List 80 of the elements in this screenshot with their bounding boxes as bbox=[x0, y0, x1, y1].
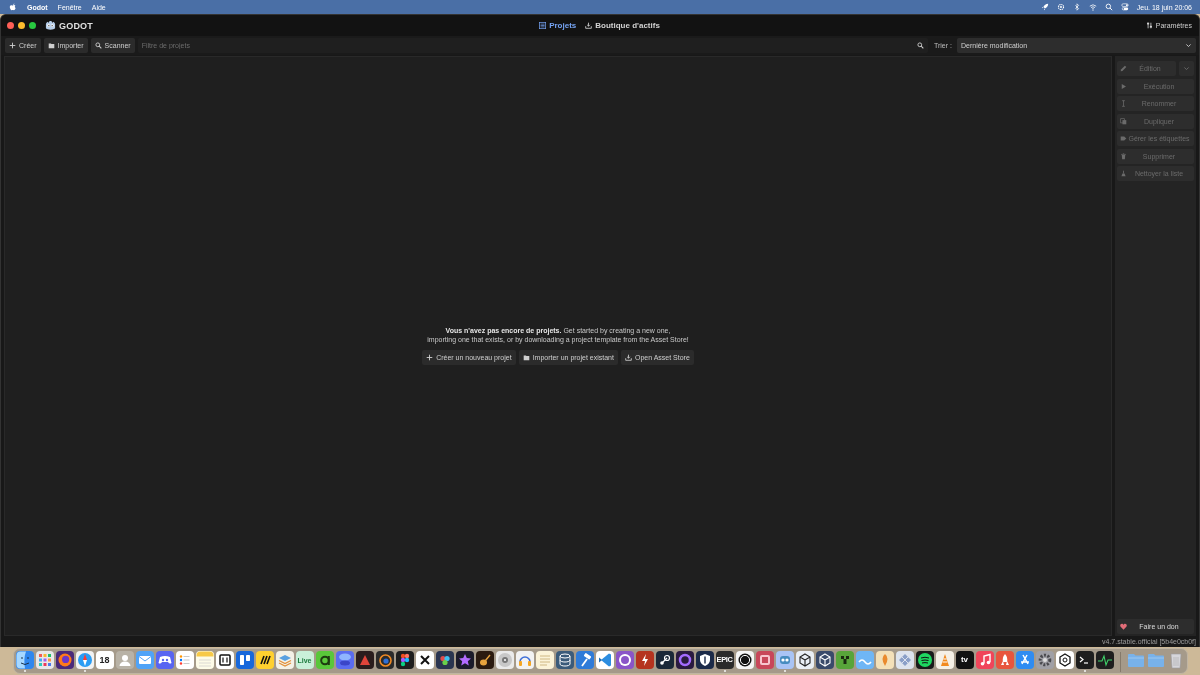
text-cursor-icon bbox=[1120, 100, 1127, 107]
board-columns-icon[interactable] bbox=[235, 651, 254, 669]
gear-icon[interactable] bbox=[1035, 651, 1054, 669]
terminal-icon[interactable] bbox=[1075, 651, 1094, 669]
rocket-icon[interactable] bbox=[995, 651, 1014, 669]
tab[interactable]: Boutique d'actifs bbox=[585, 21, 660, 30]
ring-icon[interactable] bbox=[675, 651, 694, 669]
robot-face-icon[interactable] bbox=[775, 651, 794, 669]
logo-text: GODOT bbox=[59, 20, 93, 31]
tag-icon bbox=[1120, 135, 1127, 142]
toggles-icon[interactable] bbox=[1120, 3, 1129, 11]
search-icon bbox=[94, 42, 102, 49]
search-icon[interactable] bbox=[1104, 3, 1113, 11]
bolt-icon[interactable] bbox=[635, 651, 654, 669]
list-icon bbox=[539, 22, 547, 29]
music-note-icon[interactable] bbox=[975, 651, 994, 669]
chevron-down-icon bbox=[1183, 65, 1190, 72]
shield-icon[interactable] bbox=[695, 651, 714, 669]
ring-bar-icon[interactable] bbox=[315, 651, 334, 669]
play-icon bbox=[1120, 82, 1127, 90]
folder-icon bbox=[522, 354, 530, 361]
square-outline-icon[interactable] bbox=[215, 651, 234, 669]
chevron-down-icon bbox=[1185, 42, 1192, 49]
stripes-icon[interactable] bbox=[255, 651, 274, 669]
block-face-icon[interactable] bbox=[835, 651, 854, 669]
heart-icon bbox=[1120, 623, 1127, 630]
folder-icon bbox=[47, 42, 55, 49]
maximize-icon[interactable] bbox=[29, 22, 36, 29]
guitar-icon[interactable] bbox=[475, 651, 494, 669]
sound-waves-icon[interactable] bbox=[915, 651, 934, 669]
copy-icon bbox=[1120, 117, 1127, 125]
three-circles-icon[interactable] bbox=[435, 651, 454, 669]
wifi-icon[interactable] bbox=[1088, 3, 1097, 11]
concentric-circles-icon[interactable] bbox=[55, 651, 74, 669]
plus-icon bbox=[9, 42, 16, 49]
cube-icon[interactable] bbox=[795, 651, 814, 669]
bluetooth-icon[interactable] bbox=[1072, 3, 1081, 11]
cube-icon[interactable] bbox=[815, 651, 834, 669]
rocket-icon[interactable] bbox=[1040, 3, 1049, 11]
checklist-icon[interactable] bbox=[175, 651, 194, 669]
envelope-icon[interactable] bbox=[135, 651, 154, 669]
cross-icon[interactable] bbox=[415, 651, 434, 669]
tools-icon bbox=[1145, 22, 1153, 29]
disc-icon[interactable] bbox=[495, 651, 514, 669]
two-tone-face-icon[interactable] bbox=[15, 651, 34, 669]
controller-icon[interactable] bbox=[155, 651, 174, 669]
ring-icon[interactable] bbox=[735, 651, 754, 669]
star-icon[interactable] bbox=[455, 651, 474, 669]
contact-card-icon[interactable] bbox=[115, 651, 134, 669]
ribbon-icon[interactable] bbox=[595, 651, 614, 669]
hexagon-icon[interactable] bbox=[1055, 651, 1074, 669]
close-icon[interactable] bbox=[7, 22, 14, 29]
calendar-icon[interactable]: 18 bbox=[95, 651, 114, 669]
minimize-icon[interactable] bbox=[18, 22, 25, 29]
plus-icon bbox=[426, 354, 434, 361]
search-icon[interactable] bbox=[916, 42, 924, 49]
orbit-icon[interactable] bbox=[375, 651, 394, 669]
database-icon[interactable] bbox=[555, 651, 574, 669]
apple-icon[interactable] bbox=[9, 3, 17, 11]
crossed-lines-icon[interactable] bbox=[1015, 651, 1034, 669]
trash-icon bbox=[1120, 152, 1127, 160]
gear-icon[interactable] bbox=[1056, 3, 1065, 11]
text-logo-icon[interactable]: tv bbox=[955, 651, 974, 669]
pulse-icon[interactable] bbox=[1095, 651, 1114, 669]
wave-icon[interactable] bbox=[855, 651, 874, 669]
download-icon bbox=[624, 354, 632, 361]
ellipses-icon[interactable] bbox=[335, 651, 354, 669]
compass-icon[interactable] bbox=[75, 651, 94, 669]
broom-icon bbox=[1120, 170, 1127, 177]
headphones-icon[interactable] bbox=[515, 651, 534, 669]
logo-text: 18 bbox=[99, 655, 110, 665]
linked-circles-icon[interactable] bbox=[655, 651, 674, 669]
logo-text: tv bbox=[960, 656, 969, 664]
colored-dots-icon[interactable] bbox=[395, 651, 414, 669]
download-icon bbox=[585, 22, 593, 29]
tab[interactable]: Projets bbox=[539, 21, 577, 30]
pencil-icon bbox=[1120, 65, 1127, 72]
app-grid-icon[interactable] bbox=[35, 651, 54, 669]
hammer-icon[interactable] bbox=[575, 651, 594, 669]
robot-head-icon bbox=[45, 20, 56, 31]
